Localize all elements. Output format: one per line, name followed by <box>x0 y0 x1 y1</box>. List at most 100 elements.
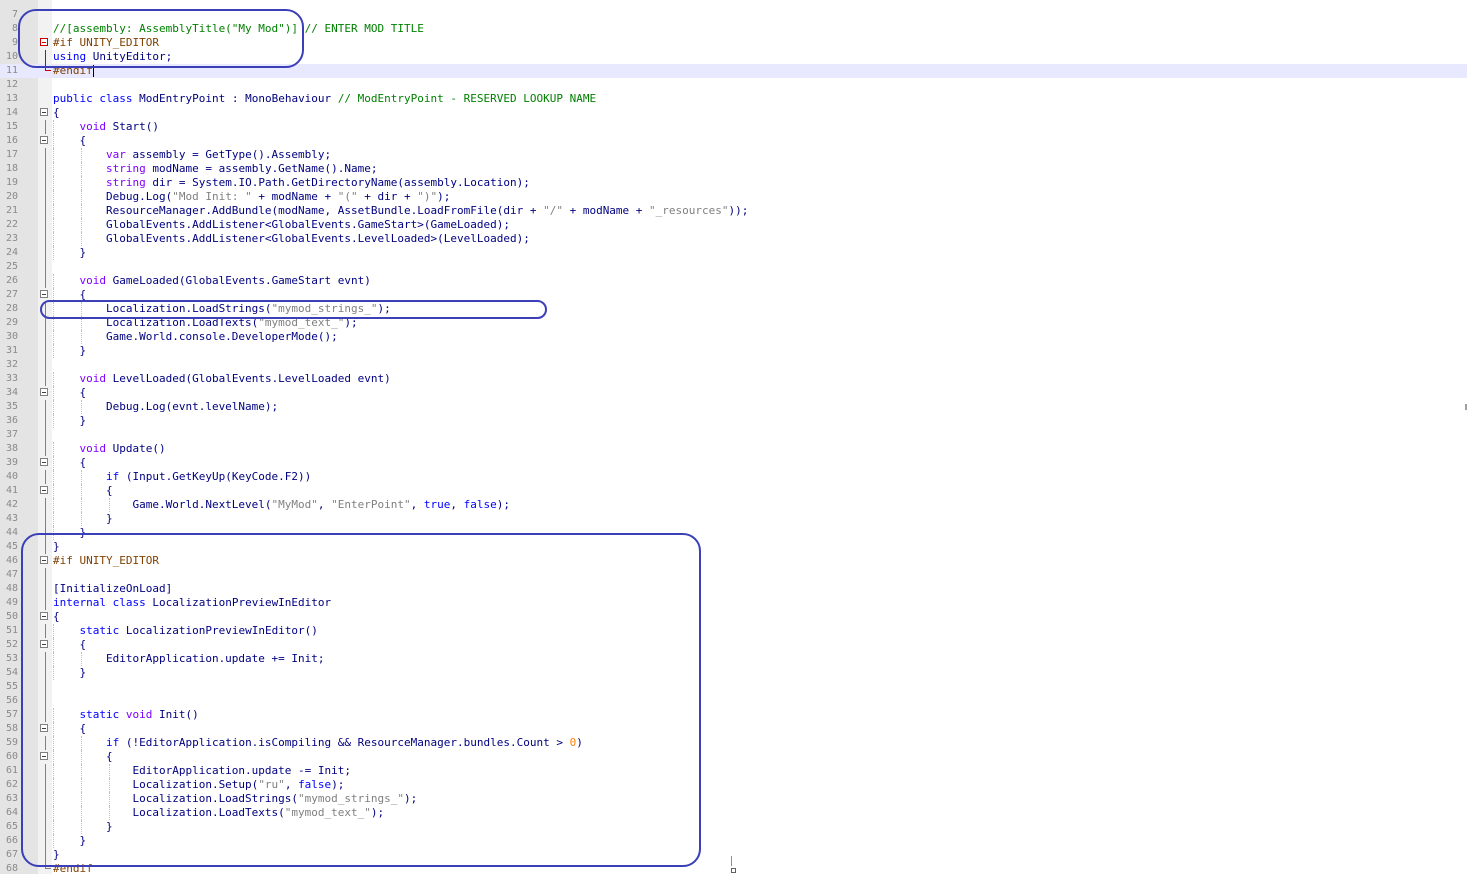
fold-toggle-icon[interactable] <box>40 108 48 116</box>
code-line[interactable]: 32 <box>0 358 1467 372</box>
code-line[interactable]: 22 GlobalEvents.AddListener<GlobalEvents… <box>0 218 1467 232</box>
code-line[interactable]: 46 #if UNITY_EDITOR <box>0 554 1467 568</box>
code-text: static LocalizationPreviewInEditor() <box>79 624 318 637</box>
code-line[interactable]: 21 ResourceManager.AddBundle(modName, As… <box>0 204 1467 218</box>
code-text: { <box>53 134 87 147</box>
resize-handle[interactable] <box>731 868 736 873</box>
code-line[interactable]: 9 #if UNITY_EDITOR <box>0 36 1467 50</box>
line-number: 44 <box>5 527 18 538</box>
code-line[interactable]: 30 Game.World.console.DeveloperMode(); <box>0 330 1467 344</box>
line-number: 9 <box>11 37 18 48</box>
code-line[interactable]: 48 [InitializeOnLoad] <box>0 582 1467 596</box>
code-line[interactable]: 66 } <box>0 834 1467 848</box>
code-line[interactable]: 60 { <box>0 750 1467 764</box>
code-text: } <box>53 414 87 427</box>
code-line[interactable]: 28 Localization.LoadStrings("mymod_strin… <box>0 302 1467 316</box>
line-number: 63 <box>5 793 18 804</box>
code-line[interactable]: 23 GlobalEvents.AddListener<GlobalEvents… <box>0 232 1467 246</box>
fold-toggle-icon[interactable] <box>40 458 48 466</box>
code-line[interactable]: 39 { <box>0 456 1467 470</box>
code-line[interactable]: 58 { <box>0 722 1467 736</box>
line-number: 65 <box>5 821 18 832</box>
fold-toggle-icon[interactable] <box>40 388 48 396</box>
code-line[interactable]: 11 #endif <box>0 64 1467 78</box>
fold-range-line <box>45 624 46 638</box>
fold-range-line <box>45 652 46 666</box>
fold-range-line <box>45 764 46 778</box>
code-line[interactable]: 56 <box>0 694 1467 708</box>
code-line[interactable]: 57 static void Init() <box>0 708 1467 722</box>
code-editor[interactable]: 7 8 //[assembly: AssemblyTitle("My Mod")] … <box>0 0 1467 874</box>
code-line[interactable]: 8 //[assembly: AssemblyTitle("My Mod")] /… <box>0 22 1467 36</box>
code-line[interactable]: 38 void Update() <box>0 442 1467 456</box>
code-line[interactable]: 18 string modName = assembly.GetName().N… <box>0 162 1467 176</box>
code-line[interactable]: 64 Localization.LoadTexts("mymod_text_")… <box>0 806 1467 820</box>
code-line[interactable]: 36 } <box>0 414 1467 428</box>
code-line[interactable]: 49 internal class LocalizationPreviewInEd… <box>0 596 1467 610</box>
code-line[interactable]: 17 var assembly = GetType().Assembly; <box>0 148 1467 162</box>
code-line[interactable]: 55 <box>0 680 1467 694</box>
code-text: Debug.Log(evnt.levelName); <box>53 400 279 413</box>
fold-toggle-icon[interactable] <box>40 752 48 760</box>
fold-toggle-icon[interactable] <box>40 640 48 648</box>
code-line[interactable]: 16 { <box>0 134 1467 148</box>
code-line[interactable]: 15 void Start() <box>0 120 1467 134</box>
fold-toggle-icon[interactable] <box>40 486 48 494</box>
code-line[interactable]: 44 } <box>0 526 1467 540</box>
line-number: 14 <box>5 107 18 118</box>
fold-toggle-icon[interactable] <box>40 136 48 144</box>
code-line[interactable]: 61 EditorApplication.update -= Init; <box>0 764 1467 778</box>
code-line[interactable]: 63 Localization.LoadStrings("mymod_strin… <box>0 792 1467 806</box>
code-line[interactable]: 51 static LocalizationPreviewInEditor() <box>0 624 1467 638</box>
fold-range-line <box>45 736 46 750</box>
fold-toggle-icon[interactable] <box>40 38 48 46</box>
code-line[interactable]: 50 { <box>0 610 1467 624</box>
fold-toggle-icon[interactable] <box>40 612 48 620</box>
line-number: 21 <box>5 205 18 216</box>
fold-toggle-icon[interactable] <box>40 290 48 298</box>
code-line[interactable]: 33 void LevelLoaded(GlobalEvents.LevelLo… <box>0 372 1467 386</box>
code-line[interactable]: 24 } <box>0 246 1467 260</box>
line-number: 34 <box>5 387 18 398</box>
line-number: 55 <box>5 681 18 692</box>
code-line[interactable]: 31 } <box>0 344 1467 358</box>
code-line[interactable]: 41 { <box>0 484 1467 498</box>
code-line[interactable]: 7 <box>0 8 1467 22</box>
code-line[interactable]: 59 if (!EditorApplication.isCompiling &&… <box>0 736 1467 750</box>
code-line[interactable]: 13 public class ModEntryPoint : MonoBehav… <box>0 92 1467 106</box>
code-line[interactable]: 67} <box>0 848 1467 862</box>
code-line[interactable]: 40 if (Input.GetKeyUp(KeyCode.F2)) <box>0 470 1467 484</box>
code-line[interactable]: 27 { <box>0 288 1467 302</box>
code-line[interactable]: 14 { <box>0 106 1467 120</box>
fold-range-line <box>45 148 46 162</box>
line-number: 18 <box>5 163 18 174</box>
code-line[interactable]: 37 <box>0 428 1467 442</box>
code-text: using UnityEditor; <box>53 50 173 63</box>
code-line[interactable]: 42 Game.World.NextLevel("MyMod", "EnterP… <box>0 498 1467 512</box>
code-text: { <box>53 484 113 497</box>
code-line[interactable]: 25 <box>0 260 1467 274</box>
code-line[interactable]: 12 <box>0 78 1467 92</box>
code-line[interactable]: 47 <box>0 568 1467 582</box>
code-line[interactable]: 45} <box>0 540 1467 554</box>
code-line[interactable]: 26 void GameLoaded(GlobalEvents.GameStar… <box>0 274 1467 288</box>
code-text: #endif <box>53 862 93 874</box>
code-line[interactable]: 43 } <box>0 512 1467 526</box>
line-number: 46 <box>5 555 18 566</box>
code-line[interactable]: 54 } <box>0 666 1467 680</box>
code-line[interactable]: 65 } <box>0 820 1467 834</box>
fold-toggle-icon[interactable] <box>40 556 48 564</box>
code-text: EditorApplication.update -= Init; <box>53 764 352 777</box>
code-text: Localization.LoadTexts("mymod_text_"); <box>53 806 385 819</box>
code-line[interactable]: 29 Localization.LoadTexts("mymod_text_")… <box>0 316 1467 330</box>
code-line[interactable]: 34 { <box>0 386 1467 400</box>
code-line[interactable]: 10 using UnityEditor; <box>0 50 1467 64</box>
fold-toggle-icon[interactable] <box>40 724 48 732</box>
code-line[interactable]: 52 { <box>0 638 1467 652</box>
code-line[interactable]: 35 Debug.Log(evnt.levelName); <box>0 400 1467 414</box>
code-line[interactable]: 20 Debug.Log("Mod Init: " + modName + "(… <box>0 190 1467 204</box>
code-line[interactable]: 62 Localization.Setup("ru", false); <box>0 778 1467 792</box>
line-number: 45 <box>5 541 18 552</box>
code-line[interactable]: 53 EditorApplication.update += Init; <box>0 652 1467 666</box>
code-line[interactable]: 19 string dir = System.IO.Path.GetDirect… <box>0 176 1467 190</box>
